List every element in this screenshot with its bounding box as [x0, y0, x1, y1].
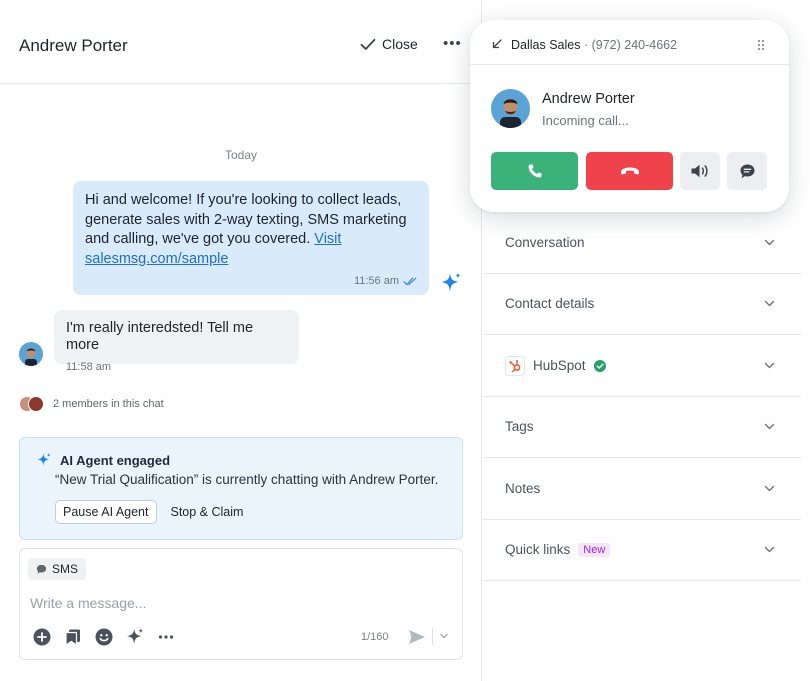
ai-sparkle-icon: [441, 272, 461, 292]
chat-header: Andrew Porter Close •••: [0, 0, 482, 84]
members-indicator[interactable]: 2 members in this chat: [19, 396, 164, 412]
outgoing-message-text: Hi and welcome! If you're looking to col…: [85, 192, 407, 247]
more-options-icon[interactable]: •••: [443, 36, 462, 51]
channel-label: SMS: [52, 562, 79, 576]
close-button[interactable]: Close: [360, 36, 418, 52]
message-caller-button[interactable]: [727, 152, 767, 190]
character-count: 1/160: [361, 631, 389, 643]
composer-toolbar: [32, 627, 176, 647]
close-button-label: Close: [382, 36, 418, 52]
section-label: Contact details: [505, 296, 595, 311]
add-icon[interactable]: [32, 627, 52, 647]
chevron-down-icon: [764, 423, 775, 430]
incoming-message: I'm really interedsted! Tell me more 11:…: [54, 310, 299, 373]
speaker-icon: [691, 164, 708, 178]
message-input[interactable]: [30, 592, 450, 614]
send-icon[interactable]: [408, 629, 426, 645]
stop-claim-button[interactable]: Stop & Claim: [171, 505, 244, 519]
message-composer: SMS 1/160: [19, 548, 463, 660]
outgoing-message-time: 11:56 am: [353, 275, 399, 287]
speaker-button[interactable]: [680, 152, 720, 190]
incoming-message-time: 11:58 am: [66, 361, 112, 373]
more-tools-icon[interactable]: [156, 627, 176, 647]
chevron-down-icon: [764, 546, 775, 553]
section-quick-links[interactable]: Quick links New: [483, 519, 801, 581]
section-tags[interactable]: Tags: [483, 396, 801, 458]
contact-avatar: [19, 342, 43, 366]
new-badge: New: [578, 542, 611, 557]
section-conversation[interactable]: Conversation: [483, 212, 801, 274]
emoji-icon[interactable]: [94, 627, 114, 647]
member-avatars: [19, 396, 45, 412]
double-check-icon: [403, 277, 417, 285]
chevron-down-icon[interactable]: [439, 631, 449, 641]
incoming-message-text: I'm really interedsted! Tell me more: [66, 320, 254, 353]
section-contact-details[interactable]: Contact details: [483, 273, 801, 335]
chat-bubble-icon: [36, 564, 47, 574]
section-label: Notes: [505, 481, 541, 496]
outgoing-message-meta: 11:56 am: [354, 275, 417, 287]
pause-ai-agent-button[interactable]: Pause AI Agent: [55, 500, 157, 524]
channel-selector[interactable]: SMS: [28, 558, 87, 580]
hubspot-logo-icon: [505, 355, 525, 376]
templates-icon[interactable]: [63, 627, 83, 647]
section-label: Conversation: [505, 235, 585, 250]
caller-avatar: [491, 89, 530, 128]
members-count-text: 2 members in this chat: [53, 398, 164, 410]
chevron-down-icon: [764, 485, 775, 492]
divider: [432, 628, 433, 645]
hang-up-icon: [620, 167, 639, 175]
line-number: (972) 240-4662: [591, 38, 678, 52]
call-status: Incoming call...: [542, 113, 629, 128]
ai-sparkle-icon: [37, 453, 51, 466]
chevron-down-icon: [764, 362, 775, 369]
line-name: Dallas Sales: [511, 38, 581, 52]
chevron-down-icon: [764, 239, 775, 246]
decline-call-button[interactable]: [586, 152, 673, 190]
section-label: Quick links: [505, 542, 571, 557]
incoming-arrow-icon: [492, 39, 502, 49]
outgoing-message: Hi and welcome! If you're looking to col…: [73, 181, 429, 295]
ai-agent-card: AI Agent engaged “New Trial Qualificatio…: [19, 437, 463, 540]
section-label: Tags: [505, 419, 534, 434]
ai-assist-icon[interactable]: [125, 627, 145, 647]
section-hubspot[interactable]: HubSpot: [483, 335, 801, 397]
accept-call-button[interactable]: [491, 152, 578, 190]
section-notes[interactable]: Notes: [483, 458, 801, 520]
day-separator: Today: [224, 148, 258, 162]
chat-pane: Andrew Porter Close ••• Today Hi and wel…: [0, 0, 482, 681]
phone-icon: [528, 164, 541, 178]
contact-name: Andrew Porter: [19, 36, 128, 55]
check-icon: [360, 38, 376, 50]
verified-icon: [593, 359, 606, 372]
section-label: HubSpot: [533, 358, 586, 373]
ai-card-description: “New Trial Qualification” is currently c…: [55, 472, 439, 487]
incoming-call-popup: Dallas Sales · (972) 240-4662 Andrew Por…: [470, 20, 789, 212]
caller-name: Andrew Porter: [542, 91, 635, 107]
call-line-header: Dallas Sales · (972) 240-4662: [470, 20, 789, 65]
ai-card-title: AI Agent engaged: [60, 452, 171, 468]
message-icon: [740, 164, 754, 178]
drag-handle-icon[interactable]: [757, 39, 765, 51]
chevron-down-icon: [764, 300, 775, 307]
avatar: [28, 396, 44, 412]
